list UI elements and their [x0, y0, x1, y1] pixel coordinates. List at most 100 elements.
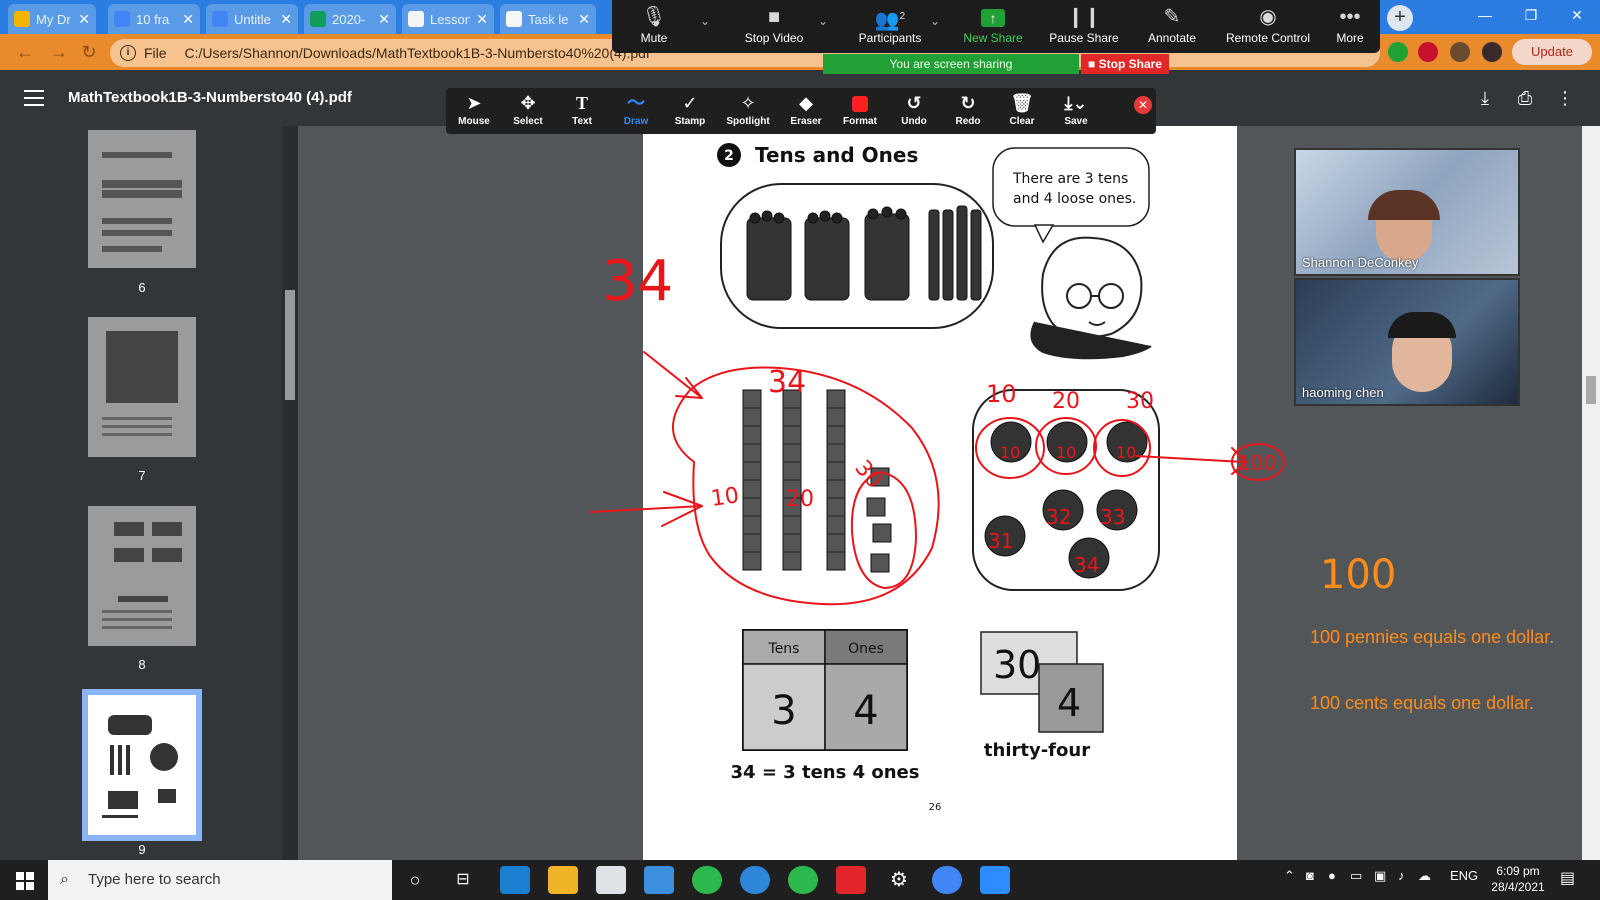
eraser-tool[interactable]: ◆ Eraser [778, 88, 834, 134]
participants-options-caret[interactable]: ⌄ [930, 14, 940, 28]
windows-start-icon[interactable] [16, 872, 34, 890]
note-pennies: 100 pennies equals one dollar. [1310, 627, 1555, 647]
tutor-app-icon[interactable] [740, 866, 770, 894]
video-options-caret[interactable]: ⌄ [818, 14, 828, 28]
clock-time: 6:09 pm [1496, 864, 1540, 878]
task-view-icon[interactable]: ⊟ [448, 866, 478, 894]
zoom-meeting-toolbar: 🎙 Mute ⌄ ■ Stop Video ⌄ 👥2 Participants ⌄ ↑… [612, 0, 1380, 53]
taskbar-clock[interactable]: 6:09 pm 28/4/2021 [1486, 863, 1550, 895]
pencil-icon: ✎ [1163, 6, 1181, 28]
store-icon[interactable] [596, 866, 626, 894]
clock-date: 28/4/2021 [1491, 880, 1545, 894]
squiggle-icon: 〜 [627, 93, 645, 113]
ink-orange-100: 100 [1320, 552, 1396, 598]
participant-name: haoming chen [1302, 385, 1384, 400]
draw-tool[interactable]: 〜 Draw [608, 88, 664, 134]
clear-tool[interactable]: 🗑 Clear [994, 88, 1050, 134]
move-icon: ✥ [520, 93, 536, 113]
taskbar-search[interactable]: ⌕ Type here to search [48, 860, 392, 900]
color-swatch-icon [832, 88, 888, 116]
remote-control-button[interactable]: ◉ Remote Control [1214, 0, 1322, 53]
video-tile-haoming[interactable]: haoming chen [1294, 278, 1520, 406]
save-icon: ⤓⌄ [1064, 93, 1088, 113]
evernote-icon[interactable] [692, 866, 722, 894]
zoom-app-icon[interactable] [980, 866, 1010, 894]
stop-share-button[interactable]: ■ Stop Share [1081, 54, 1169, 74]
undo-tool[interactable]: ↺ Undo [886, 88, 942, 134]
itutor-group-icon[interactable] [836, 866, 866, 894]
participant-name: Shannon DeConkey [1302, 255, 1419, 270]
tray-chevron-icon[interactable]: ⌃ [1284, 868, 1295, 884]
select-tool[interactable]: ✥ Select [500, 88, 556, 134]
ink-coin-3: 10 [1116, 443, 1136, 462]
video-camera-icon: ■ [767, 6, 781, 28]
eraser-icon: ◆ [799, 93, 813, 113]
settings-icon[interactable]: ⚙ [884, 866, 914, 894]
participants-button[interactable]: 👥2 Participants [838, 0, 942, 53]
microphone-icon: 🎙 [641, 6, 667, 28]
tray-camera-icon[interactable]: ◙ [1306, 868, 1314, 883]
redo-icon: ↻ [960, 93, 976, 113]
save-tool[interactable]: ⤓⌄ Save [1048, 88, 1104, 134]
redo-tool[interactable]: ↻ Redo [940, 88, 996, 134]
screen: My Dr ✕ 10 fra ✕ Untitle ✕ 2020- ✕ Lesso… [0, 0, 1600, 900]
screen-share-status: You are screen sharing ■ Stop Share [823, 54, 1169, 74]
share-screen-icon: ↑ [948, 0, 1038, 30]
ink-numbers: 34 34 10 20 30 10 20 30 10 10 10 31 32 3… [602, 249, 1276, 577]
ink-coin-32: 32 [1046, 505, 1071, 529]
close-annotation-icon[interactable]: ✕ [1134, 96, 1152, 114]
mail-icon[interactable] [644, 866, 674, 894]
note-cents: 100 cents equals one dollar. [1310, 693, 1535, 713]
audio-options-caret[interactable]: ⌄ [700, 14, 710, 28]
tray-volume-icon[interactable]: ♪ [1398, 868, 1405, 883]
tray-battery-icon[interactable]: ▭ [1350, 868, 1362, 884]
pause-icon: ❙❙ [1067, 6, 1101, 28]
video-tile-shannon[interactable]: Shannon DeConkey [1294, 148, 1520, 276]
tray-mic-icon[interactable]: ● [1328, 868, 1336, 883]
main-scroll-thumb[interactable] [1586, 376, 1596, 404]
participant-hair [1368, 190, 1440, 220]
annotate-button[interactable]: ✎ Annotate [1130, 0, 1214, 53]
wand-icon: ✧ [740, 93, 756, 113]
search-placeholder: Type here to search [88, 871, 221, 888]
spotlight-tool[interactable]: ✧ Spotlight [720, 88, 776, 134]
edge-icon[interactable] [500, 866, 530, 894]
mouse-tool[interactable]: ➤ Mouse [446, 88, 502, 134]
new-share-button[interactable]: ↑ New Share [948, 0, 1038, 53]
ink-coin-2: 10 [1056, 443, 1076, 462]
tray-network-icon[interactable]: ▣ [1374, 868, 1386, 884]
more-button[interactable]: ••• More [1322, 0, 1378, 53]
mute-button[interactable]: 🎙 Mute [616, 0, 692, 53]
annotation-toolbar: ➤ Mouse ✥ Select T Text 〜 Draw ✓ Stamp ✧ Spotl… [446, 88, 1156, 134]
evernote-icon-2[interactable] [788, 866, 818, 894]
stamp-tool[interactable]: ✓ Stamp [662, 88, 718, 134]
main-scrollbar[interactable] [1582, 126, 1600, 860]
ink-coin-label-30: 30 [1126, 389, 1154, 414]
file-explorer-icon[interactable] [548, 866, 578, 894]
cursor-icon: ➤ [466, 93, 482, 113]
stop-icon: ■ [1088, 57, 1099, 71]
format-tool[interactable]: Format [832, 88, 888, 134]
pause-share-button[interactable]: ❙❙ Pause Share [1038, 0, 1130, 53]
checkmark-icon: ✓ [682, 93, 698, 113]
ink-coin-34: 34 [1074, 553, 1099, 577]
ellipsis-icon: ••• [1339, 6, 1361, 28]
ink-twenty-label: 20 [786, 487, 814, 512]
participants-icon: 👥2 [874, 9, 906, 32]
chrome-icon[interactable] [932, 866, 962, 894]
cortana-icon[interactable]: ○ [400, 866, 430, 894]
notifications-icon[interactable]: ▤ [1560, 868, 1575, 888]
trash-icon: 🗑 [1010, 93, 1034, 113]
language-indicator[interactable]: ENG [1450, 868, 1478, 883]
search-icon: ⌕ [60, 871, 69, 888]
mouse-icon: ◉ [1259, 6, 1277, 28]
ink-thirty-label: 30 [849, 456, 886, 494]
annotation-ink-layer: 34 34 10 20 30 10 20 30 10 10 10 31 32 3… [589, 249, 1396, 606]
text-tool[interactable]: T Text [554, 88, 610, 134]
ink-ten-label: 10 [709, 483, 740, 512]
tray-cloud-icon[interactable]: ☁ [1418, 868, 1431, 884]
undo-icon: ↺ [906, 93, 922, 113]
stop-video-button[interactable]: ■ Stop Video [724, 0, 824, 53]
ink-coin-1: 10 [1000, 443, 1020, 462]
ink-coin-33: 33 [1100, 505, 1125, 529]
